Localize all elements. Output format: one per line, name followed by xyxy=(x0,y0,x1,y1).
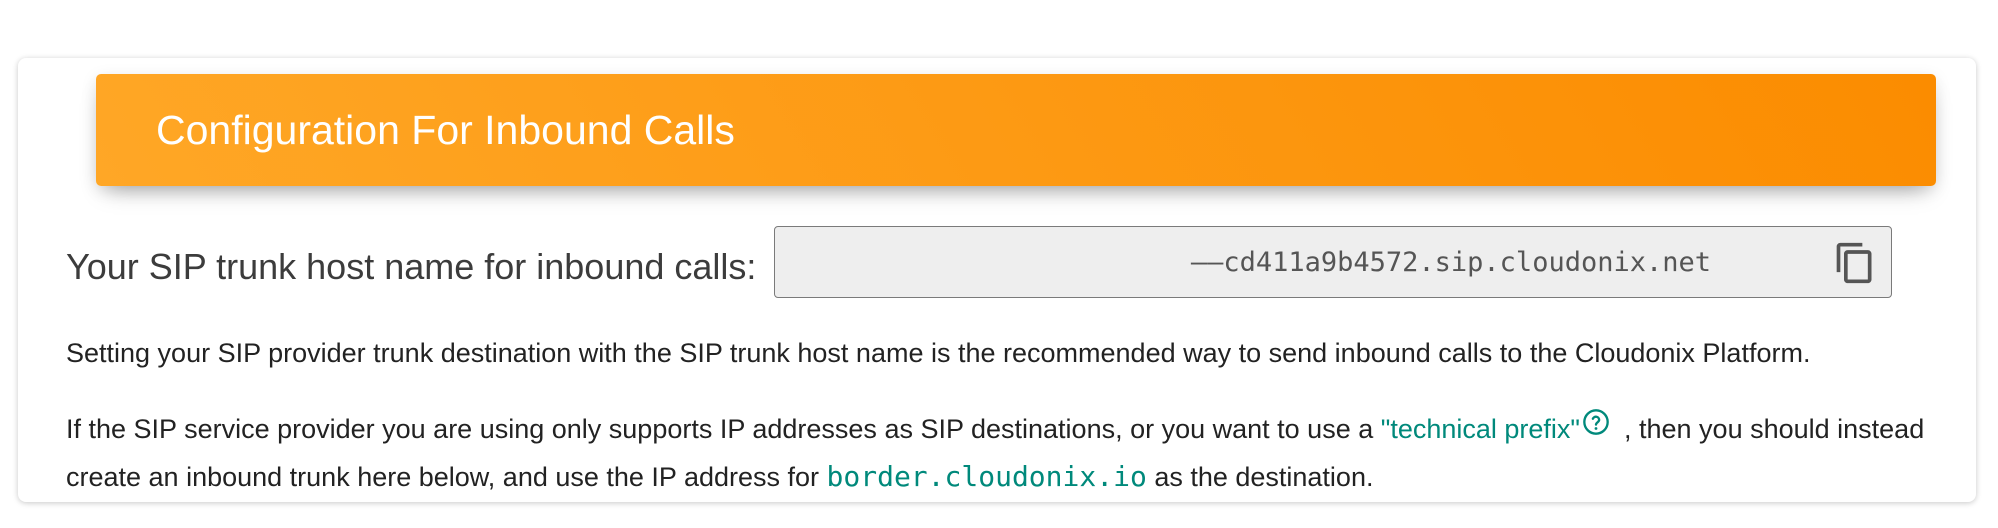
host-name-value: ——cd411a9b4572.sip.cloudonix.net xyxy=(1190,247,1711,278)
help-circle-icon[interactable] xyxy=(1582,408,1610,436)
host-name-label: Your SIP trunk host name for inbound cal… xyxy=(66,246,757,287)
host-name-field[interactable]: ——cd411a9b4572.sip.cloudonix.net xyxy=(774,226,1892,298)
copy-icon[interactable] xyxy=(1833,239,1877,287)
technical-prefix-link[interactable]: "technical prefix" xyxy=(1381,414,1580,444)
para2-intro: If the SIP service provider you are usin… xyxy=(66,414,1381,444)
recommendation-text: Setting your SIP provider trunk destinat… xyxy=(66,338,1811,368)
border-host-code: border.cloudonix.io xyxy=(826,460,1147,493)
technical-prefix-text: If the SIP service provider you are usin… xyxy=(66,406,1946,501)
para2-end: as the destination. xyxy=(1146,462,1374,492)
card-title: Configuration For Inbound Calls xyxy=(156,106,735,153)
inbound-config-card: Configuration For Inbound Calls Your SIP… xyxy=(18,58,1976,502)
card-header: Configuration For Inbound Calls xyxy=(96,74,1936,186)
